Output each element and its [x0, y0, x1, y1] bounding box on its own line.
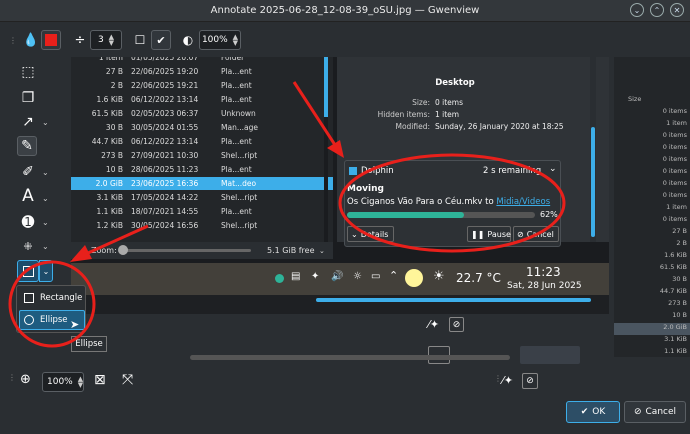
annotation-arrow-line: [292, 81, 339, 149]
annotation-overlay: [8, 81, 566, 348]
annotation-ellipse-menu: [8, 260, 96, 348]
annotation-arrowhead: [327, 140, 344, 158]
annotation-arrow-line: [87, 224, 149, 255]
annotation-ellipse-notification: [338, 153, 566, 253]
annotation-arrowhead: [70, 245, 92, 262]
